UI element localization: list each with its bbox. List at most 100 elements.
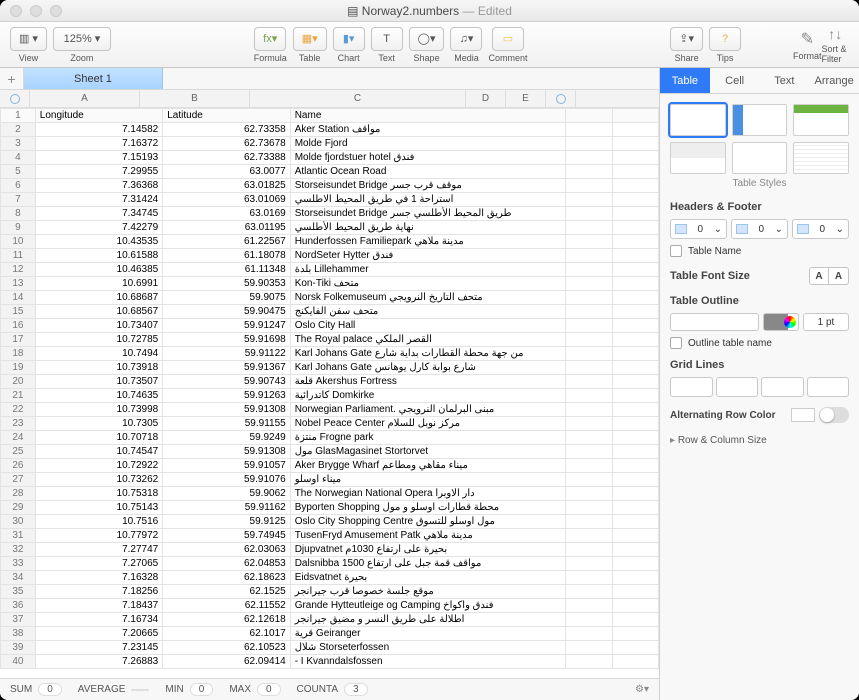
table-row[interactable]: 1810.749459.91122Karl Johans Gate من جهة… (1, 347, 659, 361)
table-row[interactable]: 87.3474563.0169Storseisundet Bridge طريق… (1, 207, 659, 221)
tab-sheet1[interactable]: Sheet 1 (24, 68, 163, 89)
row-header[interactable]: 32 (1, 543, 36, 557)
table-row[interactable]: 327.2774762.03063Djupvatnet بحيرة على ار… (1, 543, 659, 557)
table-row[interactable]: 367.1843762.11552Grande Hytteutleige og … (1, 599, 659, 613)
footer-rows-stepper[interactable]: 0⌄ (792, 219, 849, 239)
table-row[interactable]: 397.2314562.10523شلال Storseterfossen (1, 641, 659, 655)
table-row[interactable]: 2510.7454759.91308مول GlasMagasinet Stor… (1, 445, 659, 459)
table-style-6[interactable] (793, 142, 849, 174)
table-row[interactable]: 1310.699159.90353Kon-Tiki متحف (1, 277, 659, 291)
table-row[interactable]: 2110.7463559.91263كاتدرائية Domkirke (1, 389, 659, 403)
sortfilter-icon[interactable]: ↑↓ (828, 26, 842, 42)
table-row[interactable]: 37.1637262.73678Molde Fjord (1, 137, 659, 151)
table-row[interactable]: 47.1519362.73388Molde fjordstuer hotel ف… (1, 151, 659, 165)
table-row[interactable]: 2610.7292259.91057Aker Brygge Wharf مينا… (1, 459, 659, 473)
media-button[interactable]: ♫▾ (450, 27, 482, 51)
row-header[interactable]: 26 (1, 459, 36, 473)
grid-header-h-button[interactable] (761, 377, 804, 397)
table-button[interactable]: ▦▾ (293, 27, 327, 51)
row-header[interactable]: 25 (1, 445, 36, 459)
row-header[interactable]: 8 (1, 207, 36, 221)
shape-button[interactable]: ◯▾ (409, 27, 445, 51)
add-sheet-button[interactable]: + (0, 68, 24, 89)
row-header[interactable]: 12 (1, 263, 36, 277)
row-header[interactable]: 33 (1, 557, 36, 571)
row-header[interactable]: 4 (1, 151, 36, 165)
add-col-handle[interactable] (546, 90, 576, 107)
table-row[interactable]: 1710.7278559.91698The Royal palace القصر… (1, 333, 659, 347)
table-row[interactable]: 3010.751659.9125Oslo City Shopping Centr… (1, 515, 659, 529)
table-row[interactable]: 2210.7399859.91308Norwegian Parliament. … (1, 403, 659, 417)
table-row[interactable]: 1510.6856759.90475متحف سفن الفايكنج (1, 305, 659, 319)
table-style-4[interactable] (670, 142, 726, 174)
row-header[interactable]: 24 (1, 431, 36, 445)
col-C[interactable]: C (250, 90, 466, 107)
row-header[interactable]: 11 (1, 249, 36, 263)
col-E[interactable]: E (506, 90, 546, 107)
table-row[interactable]: 2310.730559.91155Nobel Peace Center مركز… (1, 417, 659, 431)
spreadsheet-grid[interactable]: 1 Longitude Latitude Name 27.1458262.733… (0, 108, 659, 678)
row-header[interactable]: 10 (1, 235, 36, 249)
share-button[interactable]: ⇪▾ (670, 27, 703, 51)
row-header[interactable]: 23 (1, 417, 36, 431)
row-header[interactable]: 16 (1, 319, 36, 333)
fontsize-dec-button[interactable]: A (809, 267, 829, 285)
insp-tab-cell[interactable]: Cell (710, 68, 760, 93)
row-header[interactable]: 13 (1, 277, 36, 291)
row-header[interactable]: 34 (1, 571, 36, 585)
table-row[interactable]: 1010.4353561.22567Hunderfossen Familiepa… (1, 235, 659, 249)
row-header[interactable]: 20 (1, 375, 36, 389)
row-header[interactable]: 15 (1, 305, 36, 319)
gear-icon[interactable]: ⚙︎▾ (635, 684, 649, 695)
row-col-size-disclosure[interactable]: Row & Column Size (670, 435, 849, 446)
row-header[interactable]: 37 (1, 613, 36, 627)
row-header[interactable]: 35 (1, 585, 36, 599)
header-rows-stepper[interactable]: 0⌄ (670, 219, 727, 239)
table-row[interactable]: 357.1825662.1525موقع جلسة خصوصا قرب جيرا… (1, 585, 659, 599)
text-button[interactable]: T (371, 27, 403, 51)
grid-v-button[interactable] (716, 377, 759, 397)
row-header[interactable]: 9 (1, 221, 36, 235)
table-row[interactable]: 337.2706562.04853Dalsnibba مواقف قمة جبل… (1, 557, 659, 571)
table-row[interactable]: 1610.7340759.91247Oslo City Hall (1, 319, 659, 333)
table-style-2[interactable] (732, 104, 788, 136)
header-cols-stepper[interactable]: 0⌄ (731, 219, 788, 239)
view-button[interactable]: ▥▾ (10, 27, 47, 51)
col-B[interactable]: B (140, 90, 250, 107)
insp-tab-text[interactable]: Text (760, 68, 810, 93)
row-header[interactable]: 38 (1, 627, 36, 641)
table-style-1[interactable] (670, 104, 726, 136)
row-header[interactable]: 22 (1, 403, 36, 417)
table-row[interactable]: 377.1673462.12618اطلالة على طريق النسر و… (1, 613, 659, 627)
row-header[interactable]: 1 (1, 109, 36, 123)
row-header[interactable]: 2 (1, 123, 36, 137)
table-row[interactable]: 2810.7531859.9062The Norwegian National … (1, 487, 659, 501)
tips-button[interactable]: ? (709, 27, 741, 51)
row-header[interactable]: 21 (1, 389, 36, 403)
row-header[interactable]: 18 (1, 347, 36, 361)
table-name-checkbox[interactable] (670, 245, 682, 257)
row-header[interactable]: 14 (1, 291, 36, 305)
table-row[interactable]: 1110.6158861.18078NordSeter Hytter فندق (1, 249, 659, 263)
insp-tab-table[interactable]: Table (660, 68, 710, 93)
row-header[interactable]: 7 (1, 193, 36, 207)
outline-style-select[interactable] (670, 313, 759, 331)
row-header[interactable]: 19 (1, 361, 36, 375)
row-header[interactable]: 31 (1, 529, 36, 543)
table-row[interactable]: 67.3636863.01825Storseisundet Bridge موق… (1, 179, 659, 193)
grid-header-v-button[interactable] (807, 377, 850, 397)
table-row[interactable]: 2910.7514359.91162Byporten Shopping محطة… (1, 501, 659, 515)
table-row[interactable]: 347.1632862.18623Eidsvatnet بحيرة (1, 571, 659, 585)
grid-h-button[interactable] (670, 377, 713, 397)
comment-button[interactable]: ▭ (492, 27, 524, 51)
col-A[interactable]: A (30, 90, 140, 107)
table-style-5[interactable] (732, 142, 788, 174)
table-row[interactable]: 2710.7326259.91076ميناء اوسلو (1, 473, 659, 487)
outline-color-well[interactable] (763, 313, 799, 331)
row-header[interactable]: 36 (1, 599, 36, 613)
table-row[interactable]: 3110.7797259.74945TusenFryd Amusement Pa… (1, 529, 659, 543)
table-row[interactable]: 77.3142463.01069استراحة 1 في طريق المحيط… (1, 193, 659, 207)
outline-width-stepper[interactable]: 1 pt (803, 313, 849, 331)
table-style-3[interactable] (793, 104, 849, 136)
formula-button[interactable]: fx▾ (254, 27, 286, 51)
